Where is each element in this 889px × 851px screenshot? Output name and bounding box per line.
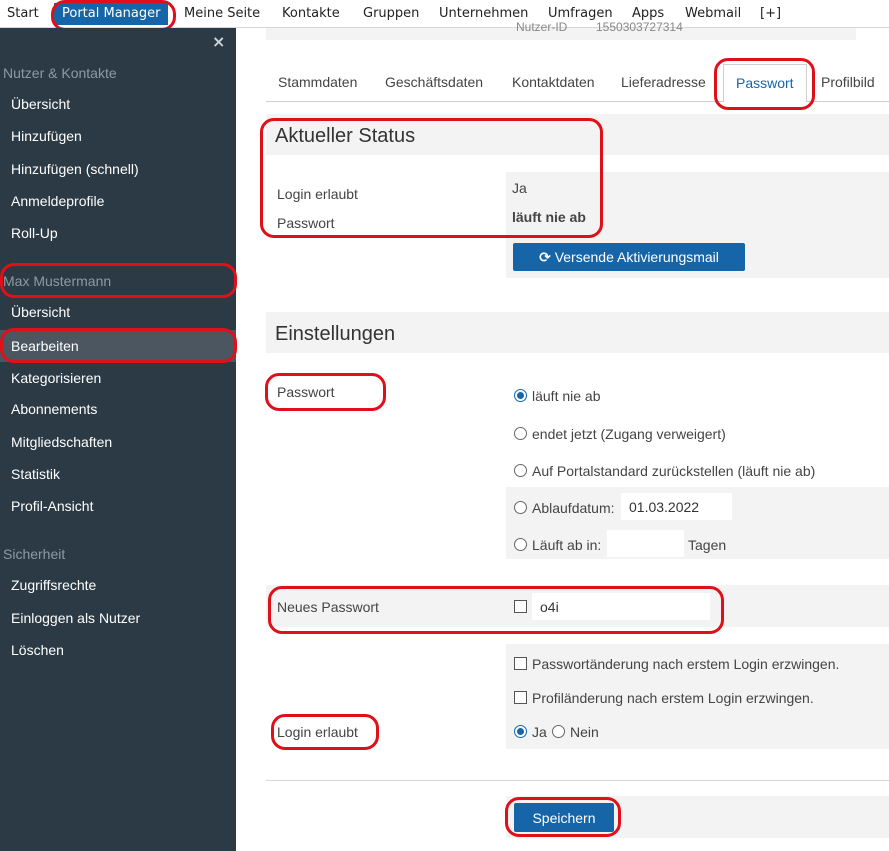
- radio-expiry-date[interactable]: [514, 501, 527, 514]
- new-password-input[interactable]: [532, 593, 710, 620]
- sidebar-item-user-uebersicht[interactable]: Übersicht: [0, 297, 236, 327]
- save-divider: [266, 780, 889, 781]
- sidebar-heading-nutzer-kontakte: Nutzer & Kontakte: [3, 65, 117, 81]
- radio-login-yes-label: Ja: [532, 724, 547, 740]
- radio-never-expires[interactable]: [514, 389, 527, 402]
- force-profile-change-label: Profiländerung nach erstem Login erzwing…: [532, 690, 814, 706]
- status-login-label: Login erlaubt: [277, 186, 358, 202]
- nav-start[interactable]: Start: [7, 6, 39, 21]
- expires-in-days-input[interactable]: [607, 530, 684, 557]
- nav-meine-seite[interactable]: Meine Seite: [184, 6, 260, 21]
- sidebar-item-hinzufuegen[interactable]: Hinzufügen: [0, 121, 236, 151]
- force-password-change-label: Passwortänderung nach erstem Login erzwi…: [532, 656, 840, 672]
- sidebar-item-bearbeiten[interactable]: Bearbeiten: [0, 330, 236, 362]
- radio-login-yes[interactable]: [514, 725, 527, 738]
- top-navigation: Start Portal Manager Meine Seite Kontakt…: [0, 0, 889, 28]
- sidebar-item-abonnements[interactable]: Abonnements: [0, 394, 236, 424]
- status-password-value: läuft nie ab: [512, 209, 586, 225]
- tab-geschaeftsdaten[interactable]: Geschäftsdaten: [385, 74, 483, 90]
- tab-profilbild[interactable]: Profilbild: [821, 74, 875, 90]
- sidebar-item-roll-up[interactable]: Roll-Up: [0, 218, 236, 248]
- radio-login-no-label: Nein: [570, 724, 599, 740]
- radio-expiry-date-label: Ablaufdatum:: [532, 500, 615, 516]
- radio-portal-default[interactable]: [514, 464, 527, 477]
- sidebar-item-loeschen[interactable]: Löschen: [0, 635, 236, 665]
- settings-title: Einstellungen: [275, 323, 396, 345]
- sidebar-heading-sicherheit: Sicherheit: [3, 546, 66, 562]
- sidebar-item-hinzufuegen-schnell[interactable]: Hinzufügen (schnell): [0, 154, 236, 184]
- expiry-date-input[interactable]: [621, 493, 732, 520]
- nav-add-more[interactable]: [+]: [760, 6, 781, 21]
- sidebar-item-statistik[interactable]: Statistik: [0, 459, 236, 489]
- radio-expire-now[interactable]: [514, 427, 527, 440]
- login-allowed-label: Login erlaubt: [277, 724, 358, 740]
- tab-kontaktdaten[interactable]: Kontaktdaten: [512, 74, 595, 90]
- radio-expire-now-label: endet jetzt (Zugang verweigert): [532, 426, 726, 442]
- radio-login-no[interactable]: [552, 725, 565, 738]
- sidebar-item-anmeldeprofile[interactable]: Anmeldeprofile: [0, 186, 236, 216]
- sidebar: × Nutzer & Kontakte Übersicht Hinzufügen…: [0, 28, 236, 851]
- close-icon[interactable]: ×: [212, 32, 225, 51]
- user-id-value: 1550303727314: [596, 20, 683, 34]
- new-password-checkbox[interactable]: [514, 600, 527, 613]
- sidebar-item-mitgliedschaften[interactable]: Mitgliedschaften: [0, 427, 236, 457]
- sidebar-item-profil-ansicht[interactable]: Profil-Ansicht: [0, 491, 236, 521]
- tab-passwort[interactable]: Passwort: [723, 64, 807, 102]
- radio-expires-in[interactable]: [514, 538, 527, 551]
- send-activation-mail-label: Versende Aktivierungsmail: [554, 249, 719, 265]
- force-profile-change-checkbox[interactable]: [514, 691, 527, 704]
- new-password-label: Neues Passwort: [277, 599, 379, 615]
- main-content: Nutzer-ID 1550303727314 Stammdaten Gesch…: [236, 20, 889, 851]
- sidebar-item-einloggen-als-nutzer[interactable]: Einloggen als Nutzer: [0, 603, 236, 633]
- status-password-label: Passwort: [277, 215, 335, 231]
- settings-password-label: Passwort: [277, 384, 335, 400]
- sidebar-item-zugriffsrechte[interactable]: Zugriffsrechte: [0, 570, 236, 600]
- status-login-value: Ja: [512, 180, 527, 196]
- user-id-label: Nutzer-ID: [516, 20, 568, 34]
- sidebar-item-kategorisieren[interactable]: Kategorisieren: [0, 363, 236, 393]
- sidebar-item-uebersicht[interactable]: Übersicht: [0, 89, 236, 119]
- sidebar-heading-user-name: Max Mustermann: [3, 273, 112, 289]
- send-activation-mail-button[interactable]: ⟳ Versende Aktivierungsmail: [513, 243, 745, 271]
- nav-umfragen[interactable]: Umfragen: [548, 6, 613, 21]
- nav-webmail[interactable]: Webmail: [685, 6, 741, 21]
- status-title: Aktueller Status: [275, 125, 416, 147]
- radio-expires-in-label: Läuft ab in:: [532, 537, 602, 553]
- expires-in-unit: Tagen: [688, 537, 727, 553]
- nav-portal-manager[interactable]: Portal Manager: [54, 3, 169, 25]
- radio-never-expires-label: läuft nie ab: [532, 388, 601, 404]
- radio-portal-default-label: Auf Portalstandard zurückstellen (läuft …: [532, 463, 816, 479]
- tab-lieferadresse[interactable]: Lieferadresse: [621, 74, 706, 90]
- nav-gruppen[interactable]: Gruppen: [363, 6, 419, 21]
- nav-unternehmen[interactable]: Unternehmen: [439, 6, 528, 21]
- force-password-change-checkbox[interactable]: [514, 657, 527, 670]
- refresh-icon: ⟳: [539, 250, 551, 266]
- nav-apps[interactable]: Apps: [632, 6, 664, 21]
- save-button[interactable]: Speichern: [514, 803, 614, 832]
- tab-stammdaten[interactable]: Stammdaten: [278, 74, 357, 90]
- nav-kontakte[interactable]: Kontakte: [282, 6, 340, 21]
